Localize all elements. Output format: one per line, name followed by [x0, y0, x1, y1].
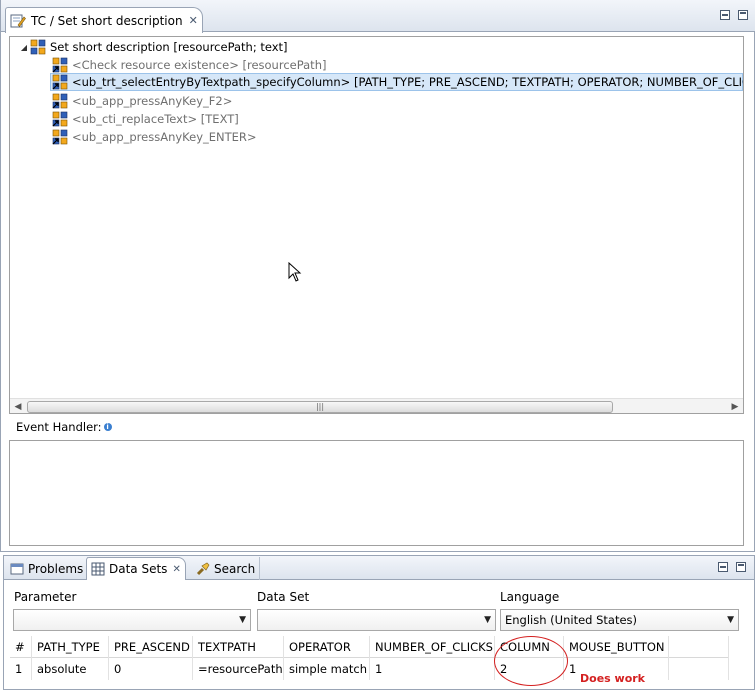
info-icon[interactable]: i: [103, 423, 112, 431]
chevron-down-icon[interactable]: ▼: [239, 610, 246, 630]
test-case-tree[interactable]: ◢ Set short description [resourcePath; t…: [9, 36, 744, 414]
close-icon[interactable]: ✕: [189, 14, 198, 27]
tree-root[interactable]: ◢ Set short description [resourcePath; t…: [18, 38, 288, 56]
editor-window-controls: [720, 10, 748, 20]
table-cell[interactable]: 0: [109, 658, 193, 680]
table-cell[interactable]: 1: [370, 658, 495, 680]
language-label: Language: [500, 590, 560, 604]
mouse-cursor-icon: [288, 261, 302, 285]
column-header[interactable]: [669, 636, 729, 658]
scroll-left-icon[interactable]: ◀: [12, 401, 24, 413]
table-cell[interactable]: 2: [495, 658, 564, 680]
referenced-test-case-icon: [52, 74, 68, 90]
close-icon[interactable]: ✕: [172, 564, 180, 575]
bottom-views: Problems Data Sets ✕ Search Parameter ▼ …: [3, 555, 755, 690]
table-cell[interactable]: =resourcePath: [193, 658, 284, 680]
tab-problems[interactable]: Problems: [6, 557, 89, 580]
tree-item-press-f2[interactable]: <ub_app_pressAnyKey_F2>: [52, 92, 232, 110]
tree-item-replace-text[interactable]: <ub_cti_replaceText> [TEXT]: [52, 110, 239, 128]
tree-item-check-resource[interactable]: <Check resource existence> [resourcePath…: [52, 56, 326, 74]
tree-item-press-enter[interactable]: <ub_app_pressAnyKey_ENTER>: [52, 128, 257, 146]
table-cell[interactable]: [669, 658, 729, 680]
table-cell[interactable]: simple match: [284, 658, 370, 680]
tab-label: Problems: [28, 561, 84, 576]
event-handler-panel[interactable]: [9, 440, 744, 546]
tree-item-select-entry[interactable]: <ub_trt_selectEntryByTextpath_specifyCol…: [50, 73, 743, 91]
dataset-combo[interactable]: ▼: [257, 609, 496, 631]
minimize-icon[interactable]: [718, 562, 728, 572]
problems-icon: [10, 562, 24, 576]
horizontal-scrollbar[interactable]: ◀ ||| ▶: [10, 398, 743, 413]
column-header[interactable]: PRE_ASCEND: [109, 636, 193, 658]
column-header[interactable]: #: [10, 636, 32, 658]
parameter-label: Parameter: [14, 590, 77, 604]
dataset-label: Data Set: [257, 590, 310, 604]
event-handler-label: Event Handler:: [16, 420, 102, 434]
chevron-down-icon[interactable]: ▼: [727, 610, 734, 630]
tab-label: Search: [214, 561, 256, 576]
annotation-text: Does work: [580, 672, 645, 685]
column-header[interactable]: NUMBER_OF_CLICKS: [370, 636, 495, 658]
data-sets-icon: [91, 562, 105, 576]
search-flashlight-icon: [196, 562, 210, 576]
editor-tab-tc[interactable]: TC / Set short description ✕: [5, 7, 203, 33]
parameter-combo[interactable]: ▼: [13, 609, 251, 631]
editor-tabbar: TC / Set short description ✕: [1, 0, 755, 33]
scroll-right-icon[interactable]: ▶: [729, 401, 741, 413]
scroll-grip: |||: [315, 402, 325, 411]
tree-item-label: <Check resource existence> [resourcePath…: [72, 58, 327, 72]
language-combo-value: English (United States): [505, 613, 638, 627]
table-cell[interactable]: absolute: [32, 658, 109, 680]
column-header[interactable]: TEXTPATH: [193, 636, 284, 658]
scrollbar-thumb[interactable]: |||: [27, 401, 613, 413]
collapse-triangle-icon[interactable]: ◢: [18, 43, 30, 52]
column-header[interactable]: MOUSE_BUTTON: [564, 636, 669, 658]
data-grid-header: # PATH_TYPE PRE_ASCEND TEXTPATH OPERATOR…: [10, 636, 729, 658]
tab-data-sets[interactable]: Data Sets ✕: [86, 557, 186, 580]
table-cell[interactable]: 1: [10, 658, 32, 680]
test-case-edit-icon: [10, 13, 26, 29]
tree-item-label: <ub_app_pressAnyKey_F2>: [72, 94, 233, 108]
tree-root-label: Set short description [resourcePath; tex…: [50, 40, 288, 54]
chevron-down-icon[interactable]: ▼: [484, 610, 491, 630]
tab-label: Data Sets: [109, 562, 168, 576]
test-case-node-icon: [30, 39, 46, 55]
event-handler-heading: Event Handler: i: [16, 420, 112, 434]
referenced-test-case-icon: [52, 129, 68, 145]
maximize-icon[interactable]: [736, 562, 746, 572]
editor-tab-title: TC / Set short description: [31, 13, 183, 28]
column-header[interactable]: PATH_TYPE: [32, 636, 109, 658]
referenced-test-case-icon: [52, 111, 68, 127]
views-tabbar: Problems Data Sets ✕ Search: [4, 556, 754, 580]
column-header[interactable]: COLUMN: [495, 636, 564, 658]
tree-item-label: <ub_cti_replaceText> [TEXT]: [72, 112, 239, 126]
tree-item-label: <ub_app_pressAnyKey_ENTER>: [72, 130, 257, 144]
minimize-icon[interactable]: [720, 10, 730, 20]
referenced-test-case-icon: [52, 93, 68, 109]
views-window-controls: [718, 562, 746, 572]
editor-part: TC / Set short description ✕ ◢ Set short…: [0, 0, 755, 552]
referenced-test-case-icon: [52, 57, 68, 73]
tab-search[interactable]: Search: [192, 557, 261, 580]
column-header[interactable]: OPERATOR: [284, 636, 370, 658]
maximize-icon[interactable]: [738, 10, 748, 20]
tree-item-label: <ub_trt_selectEntryByTextpath_specifyCol…: [72, 75, 744, 89]
language-combo[interactable]: English (United States) ▼: [500, 609, 739, 631]
